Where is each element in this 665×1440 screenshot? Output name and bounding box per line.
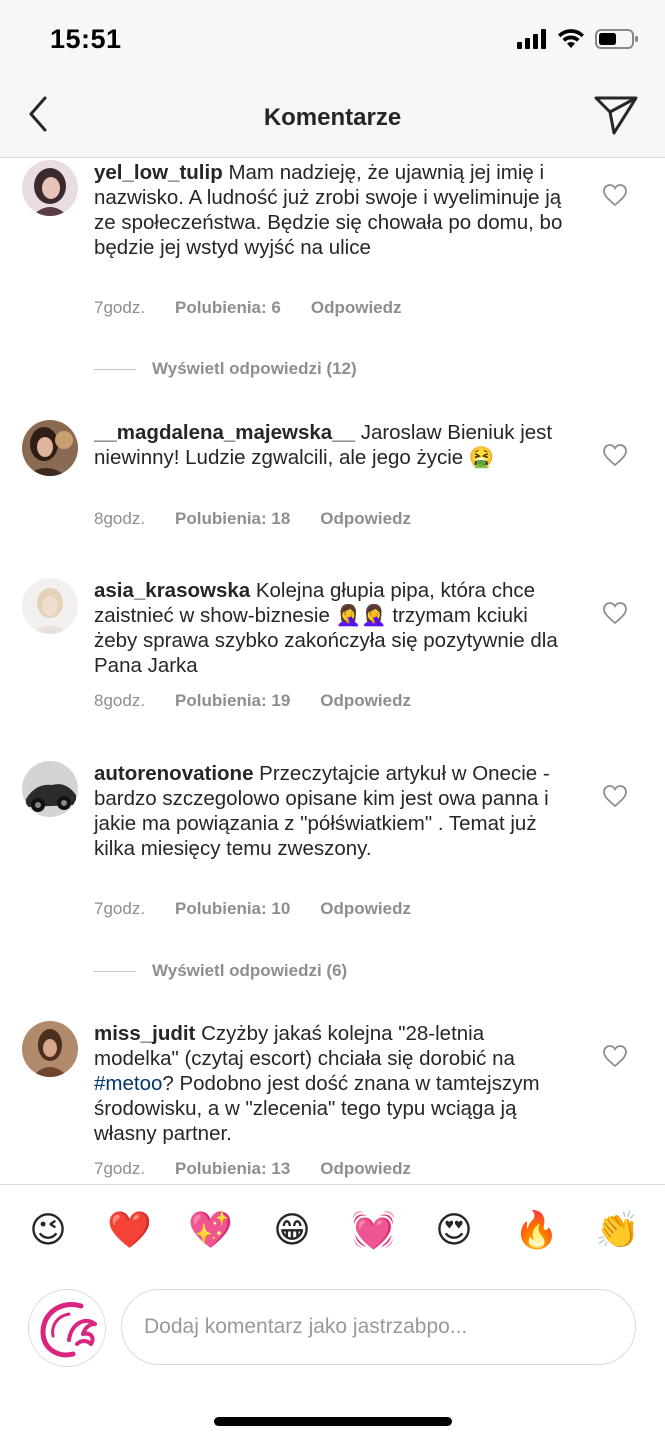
comment-likes[interactable]: Polubienia: 19 [175,691,290,711]
hashtag-link[interactable]: #metoo [94,1072,162,1095]
view-replies-button[interactable]: Wyświetl odpowiedzi (12) [94,359,357,379]
quick-emoji-bar: 😉 ❤️ 💖 😁 💓 😍 🔥 👏 [0,1209,665,1259]
view-replies-label: Wyświetl odpowiedzi (6) [152,961,348,980]
cellular-signal-icon [517,29,546,49]
heart-outline-icon [603,785,627,808]
comment-likes[interactable]: Polubienia: 13 [175,1159,290,1179]
avatar[interactable] [22,1021,78,1077]
like-button[interactable] [602,601,628,625]
avatar[interactable] [22,420,78,476]
current-user-avatar [28,1289,106,1367]
heart-eyes-emoji-button[interactable]: 😍 [432,1209,476,1253]
reply-button[interactable]: Odpowiedz [311,298,402,318]
heart-outline-icon [603,602,627,625]
comment-time: 7godz. [94,298,146,317]
nauseated-face-emoji: 🤮 [468,446,495,469]
grinning-face-emoji-button[interactable]: 😁 [270,1209,314,1253]
comment-body: __magdalena_majewska__ Jaroslaw Bieniuk … [94,420,569,470]
heart-outline-icon [603,444,627,467]
comment-username[interactable]: autorenovatione [94,762,253,785]
comment-username[interactable]: yel_low_tulip [94,161,223,184]
comment-likes[interactable]: Polubienia: 18 [175,509,290,529]
like-button[interactable] [602,183,628,207]
direct-message-button[interactable] [593,94,639,138]
winking-face-emoji-button[interactable]: 😉 [26,1209,70,1253]
comments-list[interactable]: yel_low_tulip Mam nadzieję, że ujawnią j… [0,158,665,1184]
divider-line [94,368,136,370]
reply-button[interactable]: Odpowiedz [320,691,411,711]
paper-plane-icon [594,96,638,135]
avatar[interactable] [22,160,78,216]
comment-time: 7godz. [94,899,146,918]
comment-body: autorenovatione Przeczytajcie artykuł w … [94,761,569,861]
comment-meta: 7godz. Polubienia: 10 Odpowiedz [94,899,411,919]
status-bar: 15:51 [0,0,665,82]
view-replies-button[interactable]: Wyświetl odpowiedzi (6) [94,961,347,981]
avatar[interactable] [22,578,78,634]
comment-meta: 7godz. Polubienia: 6 Odpowiedz [94,298,402,318]
status-icons [517,28,639,50]
comment-meta: 8godz. Polubienia: 19 Odpowiedz [94,691,411,711]
comment-likes[interactable]: Polubienia: 6 [175,298,281,318]
comment-body: yel_low_tulip Mam nadzieję, że ujawnią j… [94,160,569,260]
comment-meta: 7godz. Polubienia: 13 Odpowiedz [94,1159,411,1179]
heart-outline-icon [603,1045,627,1068]
comment-time: 8godz. [94,691,146,710]
like-button[interactable] [602,784,628,808]
reply-button[interactable]: Odpowiedz [320,899,411,919]
home-indicator[interactable] [214,1417,452,1426]
status-time: 15:51 [50,24,122,54]
avatar[interactable] [22,761,78,817]
comment-likes[interactable]: Polubienia: 10 [175,899,290,919]
comment-body: asia_krasowska Kolejna głupia pipa, któr… [94,578,569,678]
comment-composer: 😉 ❤️ 💖 😁 💓 😍 🔥 👏 [0,1184,665,1440]
view-replies-label: Wyświetl odpowiedzi (12) [152,359,357,378]
clapping-hands-emoji-button[interactable]: 👏 [595,1209,640,1253]
page-title: Komentarze [263,104,402,131]
reply-button[interactable]: Odpowiedz [320,1159,411,1179]
comment-input[interactable] [121,1289,636,1365]
comment-username[interactable]: __magdalena_majewska__ [94,421,355,444]
sparkling-heart-emoji-button[interactable]: 💖 [188,1209,233,1253]
heartbeat-emoji-button[interactable]: 💓 [351,1209,396,1253]
comment-username[interactable]: miss_judit [94,1022,195,1045]
fire-emoji-button[interactable]: 🔥 [514,1209,559,1253]
facepalm-emoji: 🤦‍♀️🤦‍♀️ [335,604,387,627]
like-button[interactable] [602,1044,628,1068]
reply-button[interactable]: Odpowiedz [320,509,411,529]
brand-logo-icon [40,1302,97,1358]
divider-line [94,970,136,972]
header: Komentarze [0,82,665,158]
comment-meta: 8godz. Polubienia: 18 Odpowiedz [94,509,411,529]
battery-icon [595,29,638,49]
wifi-icon [558,29,584,48]
red-heart-emoji-button[interactable]: ❤️ [107,1209,152,1253]
comment-time: 7godz. [94,1159,146,1178]
comment-body: miss_judit Czyżby jakaś kolejna "28-letn… [94,1021,569,1146]
heart-outline-icon [603,184,627,207]
comment-time: 8godz. [94,509,146,528]
like-button[interactable] [602,443,628,467]
comment-username[interactable]: asia_krasowska [94,579,250,602]
